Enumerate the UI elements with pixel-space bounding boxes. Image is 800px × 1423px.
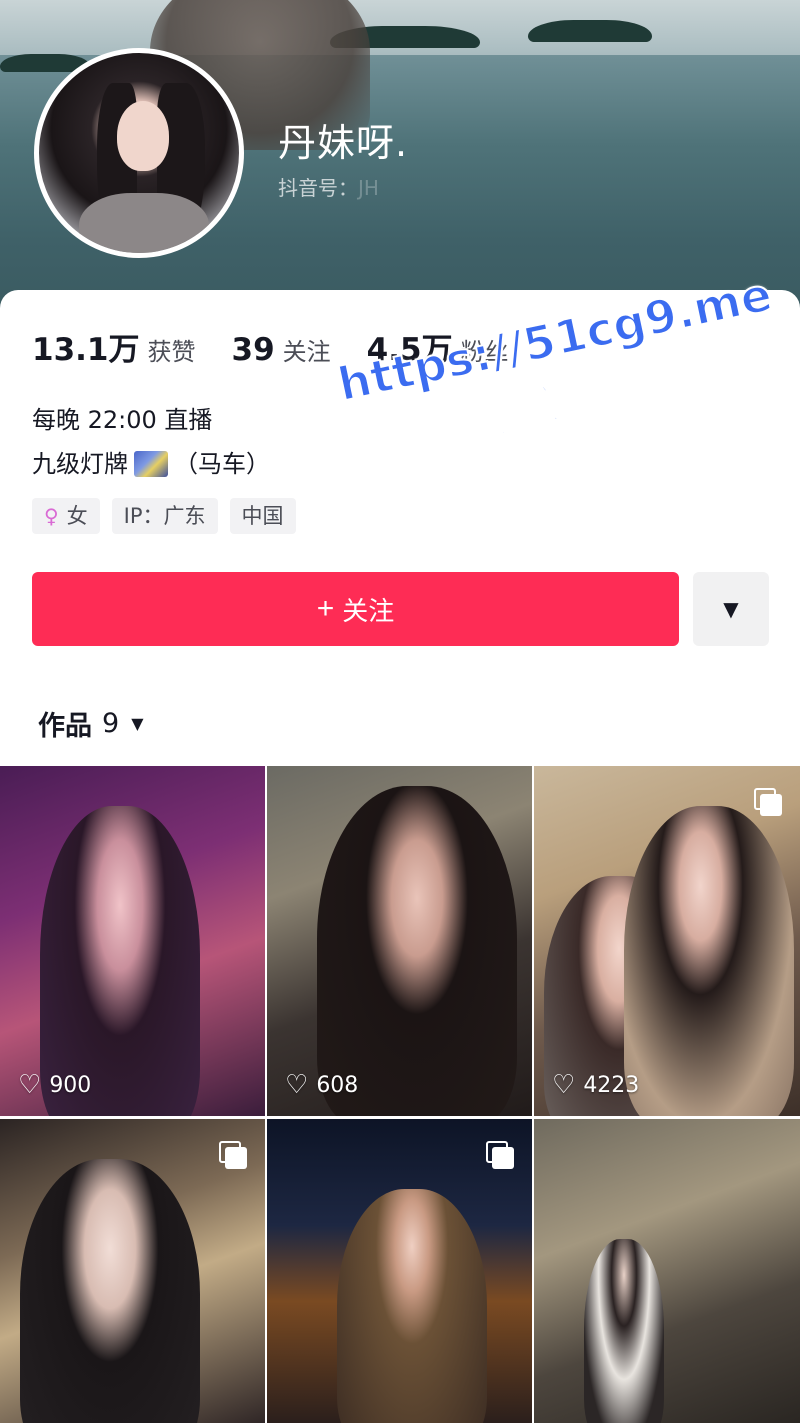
follow-button[interactable]: + 关注 [32,572,679,646]
post-tile[interactable]: ♡ 4223 [534,766,800,1116]
like-count: ♡ 608 [285,1070,358,1100]
avatar-body [79,193,209,253]
post-thumbnail [337,1189,487,1423]
douyin-id-value: JH [358,176,379,200]
multi-image-icon [754,788,782,816]
cover-island [528,20,652,42]
chevron-down-icon: ▼ [131,714,144,733]
stat-following[interactable]: 39 关注 [232,332,331,368]
like-count: ♡ 4223 [552,1070,639,1100]
stat-label: 关注 [282,338,331,366]
tag-label: 女 [66,504,88,528]
post-tile[interactable] [0,1119,265,1423]
post-tile[interactable]: ♡ 608 [267,766,532,1116]
like-count: ♡ 900 [18,1070,91,1100]
stats-row: 13.1万 获赞 39 关注 4.5万 粉丝 [32,324,545,369]
tag-row: ♀ 女 IP：广东 中国 [32,498,308,534]
stat-value: 39 [231,332,275,368]
douyin-id-label: 抖音号： [278,176,358,200]
douyin-id[interactable]: 抖音号：JH [278,172,379,201]
post-thumbnail [624,806,794,1116]
bio-text: （马车） [174,450,270,478]
heart-icon: ♡ [285,1070,309,1100]
stat-label: 粉丝 [460,338,509,366]
plus-icon: + [316,592,335,625]
follow-label: 关注 [342,595,395,626]
bio-text: 九级灯牌 [32,450,128,478]
more-options-button[interactable]: ▼ [693,572,769,646]
post-tile[interactable] [534,1119,800,1423]
female-icon: ♀ [44,504,59,528]
avatar[interactable] [34,48,244,258]
avatar-face [117,101,169,171]
stat-value: 13.1万 [32,332,140,368]
post-tile[interactable]: ♡ 900 [0,766,265,1116]
chevron-down-icon: ▼ [723,597,739,621]
stat-label: 获赞 [147,338,196,366]
bio-line: 九级灯牌 （马车） [32,442,270,486]
tab-works-label: 作品 [38,711,92,742]
heart-icon: ♡ [18,1070,42,1100]
stat-value: 4.5万 [366,332,453,368]
bio: 每晚 22:00 直播 九级灯牌 （马车） [32,398,270,486]
tab-works-count: 9 [102,708,120,739]
multi-image-icon [219,1141,247,1169]
multi-image-icon [486,1141,514,1169]
post-tile[interactable] [267,1119,532,1423]
tag-country: 中国 [229,498,296,534]
bio-line: 每晚 22:00 直播 [32,406,213,434]
like-count-value: 4223 [583,1072,640,1098]
tab-works[interactable]: 作品 9 ▼ [38,704,144,743]
stat-likes[interactable]: 13.1万 获赞 [32,324,196,369]
like-count-value: 900 [49,1072,92,1098]
profile-cover: 丹妹呀. 抖音号：JH [0,0,800,320]
light-badge-icon [134,451,168,477]
post-thumbnail [317,786,517,1116]
heart-icon: ♡ [552,1070,576,1100]
post-grid: ♡ 900 ♡ 608 ♡ 4223 [0,766,800,1423]
tag-gender: ♀ 女 [32,498,100,534]
like-count-value: 608 [316,1072,359,1098]
post-thumbnail [584,1239,664,1423]
nickname: 丹妹呀. [278,121,409,165]
stat-followers[interactable]: 4.5万 粉丝 [367,324,509,369]
tag-ip: IP：广东 [111,498,218,534]
post-thumbnail [20,1159,200,1423]
